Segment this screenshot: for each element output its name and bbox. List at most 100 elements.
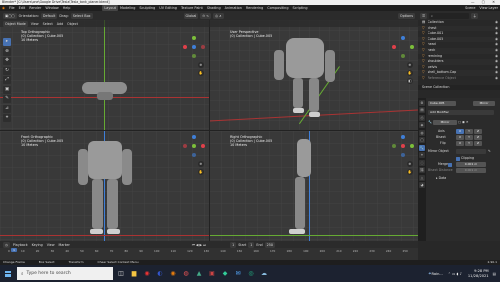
navigation-gizmo[interactable] <box>392 36 414 58</box>
constraints-tab-icon[interactable]: ⛓ <box>419 167 425 173</box>
x-axis-icon[interactable] <box>401 144 405 148</box>
model-torso[interactable] <box>286 38 324 78</box>
zoom-icon[interactable]: ⊕ <box>198 161 204 167</box>
neg-z-axis-icon[interactable] <box>192 153 196 157</box>
x-axis-icon[interactable] <box>392 45 396 49</box>
model-left-arm[interactable] <box>78 149 88 185</box>
outliner-display-icon[interactable]: ☰ <box>420 12 428 19</box>
outliner-search-input[interactable]: ⌕ <box>429 12 470 19</box>
scene-collection-header[interactable]: Scene Collection <box>418 84 500 91</box>
menu-select[interactable]: Select <box>41 22 55 26</box>
flip-x-toggle[interactable]: X <box>456 141 464 146</box>
snap-icon[interactable]: ⊙ ∿ <box>200 12 212 19</box>
eyedropper-icon[interactable]: ✎ <box>488 149 491 155</box>
render-tab-icon[interactable]: ▤ <box>419 107 425 113</box>
notification-icon[interactable]: ▤ <box>493 272 496 276</box>
menu-timeline-view[interactable]: View <box>45 243 57 247</box>
file-explorer-icon[interactable]: ▆ <box>129 269 139 279</box>
task-view-icon[interactable]: ◫ <box>116 269 126 279</box>
model-right-foot[interactable] <box>309 112 320 117</box>
model-right-arm[interactable] <box>325 50 335 82</box>
menu-playback[interactable]: Playback <box>11 243 30 247</box>
camera-icon[interactable]: ◧ <box>407 78 413 84</box>
current-frame-field[interactable]: 1 <box>230 241 237 248</box>
start-frame-field[interactable]: 1 <box>248 241 255 248</box>
model-right-leg[interactable] <box>107 179 118 229</box>
physics-tab-icon[interactable]: ◌ <box>419 159 425 166</box>
eye-icon[interactable]: ◉ <box>488 76 500 82</box>
modifier-name-field[interactable]: Mirror <box>432 120 457 125</box>
navigation-gizmo[interactable] <box>183 135 205 157</box>
app-icon[interactable]: ✉ <box>233 269 243 279</box>
end-frame-field[interactable]: 250 <box>264 241 275 248</box>
neg-y-axis-icon[interactable] <box>192 54 196 58</box>
model-right-foot[interactable] <box>107 229 120 234</box>
clock[interactable]: 9:28 PM 11/28/2021 <box>468 269 489 278</box>
transform-tool-icon[interactable]: ▣ <box>3 85 11 94</box>
navigation-gizmo[interactable] <box>183 36 205 58</box>
outliner-row[interactable]: ▽ Reference Object ◉ <box>418 76 500 82</box>
axis-y-toggle[interactable]: Y <box>465 129 473 134</box>
app-icon[interactable]: ▣ <box>207 269 217 279</box>
rotate-tool-icon[interactable]: ↻ <box>3 66 11 75</box>
menu-view[interactable]: View <box>29 22 41 26</box>
modifier-name-badge[interactable]: Mirror <box>473 101 496 106</box>
app-icon[interactable]: ◆ <box>220 269 230 279</box>
mirror-object-field[interactable] <box>456 149 486 154</box>
blender-taskbar-icon[interactable]: ◉ <box>168 269 178 279</box>
cursor-tool-icon[interactable]: ⊕ <box>3 47 11 56</box>
model-left-arm[interactable] <box>274 50 284 80</box>
bisect-distance-field[interactable]: 0.001 m <box>456 168 486 173</box>
object-tab-icon[interactable]: ▢ <box>419 137 425 143</box>
timeline-area[interactable]: 0 10 20 30 40 50 60 70 80 90 100 110 120… <box>0 248 418 260</box>
orientation-dropdown[interactable]: Default <box>40 12 58 19</box>
z-axis-icon[interactable] <box>401 135 405 139</box>
neg-y-axis-icon[interactable] <box>392 144 396 148</box>
viewport-user-perspective[interactable]: User Perspective (0) Collection | Cube.0… <box>209 20 418 130</box>
windows-start-icon[interactable] <box>5 270 11 277</box>
model-side-torso[interactable] <box>297 139 311 177</box>
modifier-tab-icon[interactable]: 🔧 <box>419 144 425 151</box>
y-axis-icon[interactable] <box>192 144 196 148</box>
mode-dropdown[interactable]: Object Mode <box>3 20 28 27</box>
pan-icon[interactable]: ✋ <box>407 169 413 175</box>
zoom-icon[interactable]: ⊕ <box>407 62 413 68</box>
clipping-checkbox[interactable] <box>456 157 460 161</box>
z-axis-icon[interactable] <box>401 36 405 40</box>
menu-keying[interactable]: Keying <box>30 243 45 247</box>
playback-controls[interactable]: ⏮ ◀ ▶ ⏭ <box>192 243 206 247</box>
move-tool-icon[interactable]: ✥ <box>3 57 11 65</box>
scene-tab-icon[interactable]: ◈ <box>419 122 425 128</box>
y-axis-icon[interactable] <box>192 36 196 40</box>
model-left-leg[interactable] <box>92 179 103 229</box>
neg-x-axis-icon[interactable] <box>201 45 205 49</box>
z-axis-icon[interactable] <box>192 135 196 139</box>
modifier-display-icons[interactable]: ▢ ◉ ✕ <box>458 120 469 124</box>
firefox-icon[interactable]: ◍ <box>181 269 191 279</box>
annotate-tool-icon[interactable]: ✎ <box>3 95 11 103</box>
weather-label[interactable]: Rain... <box>432 272 443 276</box>
bisect-z-toggle[interactable]: Z <box>474 135 482 140</box>
model-right-arm[interactable] <box>122 149 132 185</box>
timeline-ruler[interactable]: 0 10 20 30 40 50 60 70 80 90 100 110 120… <box>8 249 408 253</box>
data-tab-icon[interactable]: △ <box>419 174 425 181</box>
playhead[interactable]: 1 <box>11 248 17 252</box>
flip-y-toggle[interactable]: Y <box>465 141 473 146</box>
particles-tab-icon[interactable]: ✶ <box>419 152 425 158</box>
transform-orientation-dropdown[interactable]: Global <box>183 12 199 19</box>
model-left-foot[interactable] <box>90 229 103 234</box>
edge-icon[interactable]: ◐ <box>155 269 165 279</box>
merge-distance-field[interactable]: 0.001 m <box>456 162 486 167</box>
menu-marker[interactable]: Marker <box>57 243 72 247</box>
taskbar-search-input[interactable]: ⌕ Type here to search <box>17 267 113 280</box>
tray-icons[interactable]: ⌃ ▭ ◖ ♪ <box>448 272 462 276</box>
bisect-x-toggle[interactable]: X <box>456 135 464 140</box>
output-tab-icon[interactable]: ⎙ <box>419 114 425 121</box>
model-torso[interactable] <box>88 141 122 179</box>
add-modifier-button[interactable]: Add Modifier <box>428 110 494 116</box>
model-side-leg[interactable] <box>295 177 305 229</box>
z-axis-icon[interactable] <box>192 45 196 49</box>
viewport-divider-vertical[interactable] <box>209 20 210 241</box>
app-icon[interactable]: ◎ <box>246 269 256 279</box>
tool-tab-icon[interactable]: ⚙ <box>419 99 425 106</box>
